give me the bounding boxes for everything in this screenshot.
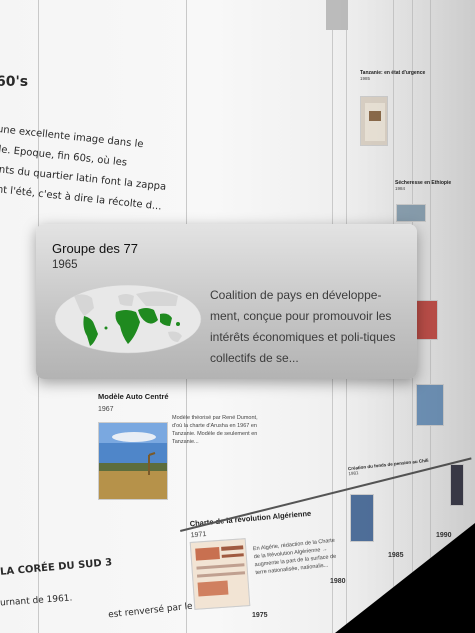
event-description: Modèle théorisé par René Dumont, d'où la…: [172, 414, 272, 446]
event-image: [360, 96, 388, 146]
axis-year: 1975: [252, 612, 268, 619]
event-auto-centre[interactable]: Modèle Auto Centré 1967: [98, 392, 169, 413]
event-year: 1985: [360, 76, 371, 81]
event-year: 1967: [98, 406, 114, 413]
event-image: [416, 300, 438, 340]
popup-description: Coalition de pays en développe-ment, con…: [210, 288, 396, 365]
coree-heading: LA CORÉE DU SUD 3: [0, 557, 113, 578]
event-fonds-pension[interactable]: Création du fonds de pension au Chili 19…: [348, 458, 430, 476]
event-description: En Algérie, rédaction de la Charte de la…: [253, 535, 356, 577]
desc-line: Tanzanie...: [172, 439, 199, 445]
event-image: [350, 494, 374, 542]
axis-year: 1985: [388, 552, 404, 559]
document-icon: [190, 539, 251, 610]
section-body: une excellente image dans le de. Epoque,…: [0, 120, 167, 216]
event-tanzanie[interactable]: Tanzanie: en état d'urgence 1985: [360, 70, 425, 81]
event-image: [98, 422, 168, 500]
event-image: [416, 384, 444, 426]
coree-text: urnant de 1961.: [0, 593, 73, 609]
event-ethiopie[interactable]: Sécheresse en Ethiopie 1984: [395, 180, 451, 191]
axis-year: 1980: [330, 578, 346, 585]
desc-line: Tanzanie. Modèle de seulement en: [172, 431, 258, 437]
event-year: 1984: [395, 186, 406, 191]
popup-year: 1965: [52, 259, 78, 271]
photo-icon: [365, 103, 385, 141]
event-title: Modèle Auto Centré: [98, 392, 169, 401]
event-popup[interactable]: Groupe des 77 1965 Coalition de pays en …: [36, 224, 417, 379]
coree-text: est renversé par le: [107, 601, 194, 621]
axis-year: 1990: [436, 532, 452, 539]
event-image: [326, 0, 348, 30]
world-map-icon: [54, 284, 202, 354]
event-image: [450, 464, 464, 506]
event-image: [396, 204, 426, 222]
section-heading: 60's: [0, 74, 29, 90]
desc-line: d'où la charte d'Arusha en 1967 en: [172, 423, 257, 429]
savanna-photo-icon: [99, 423, 167, 499]
timeline-axis: [180, 457, 472, 532]
event-image: [189, 538, 251, 610]
popup-title: Groupe des 77: [52, 241, 139, 256]
desc-line: Modèle théorisé par René Dumont,: [172, 415, 258, 421]
